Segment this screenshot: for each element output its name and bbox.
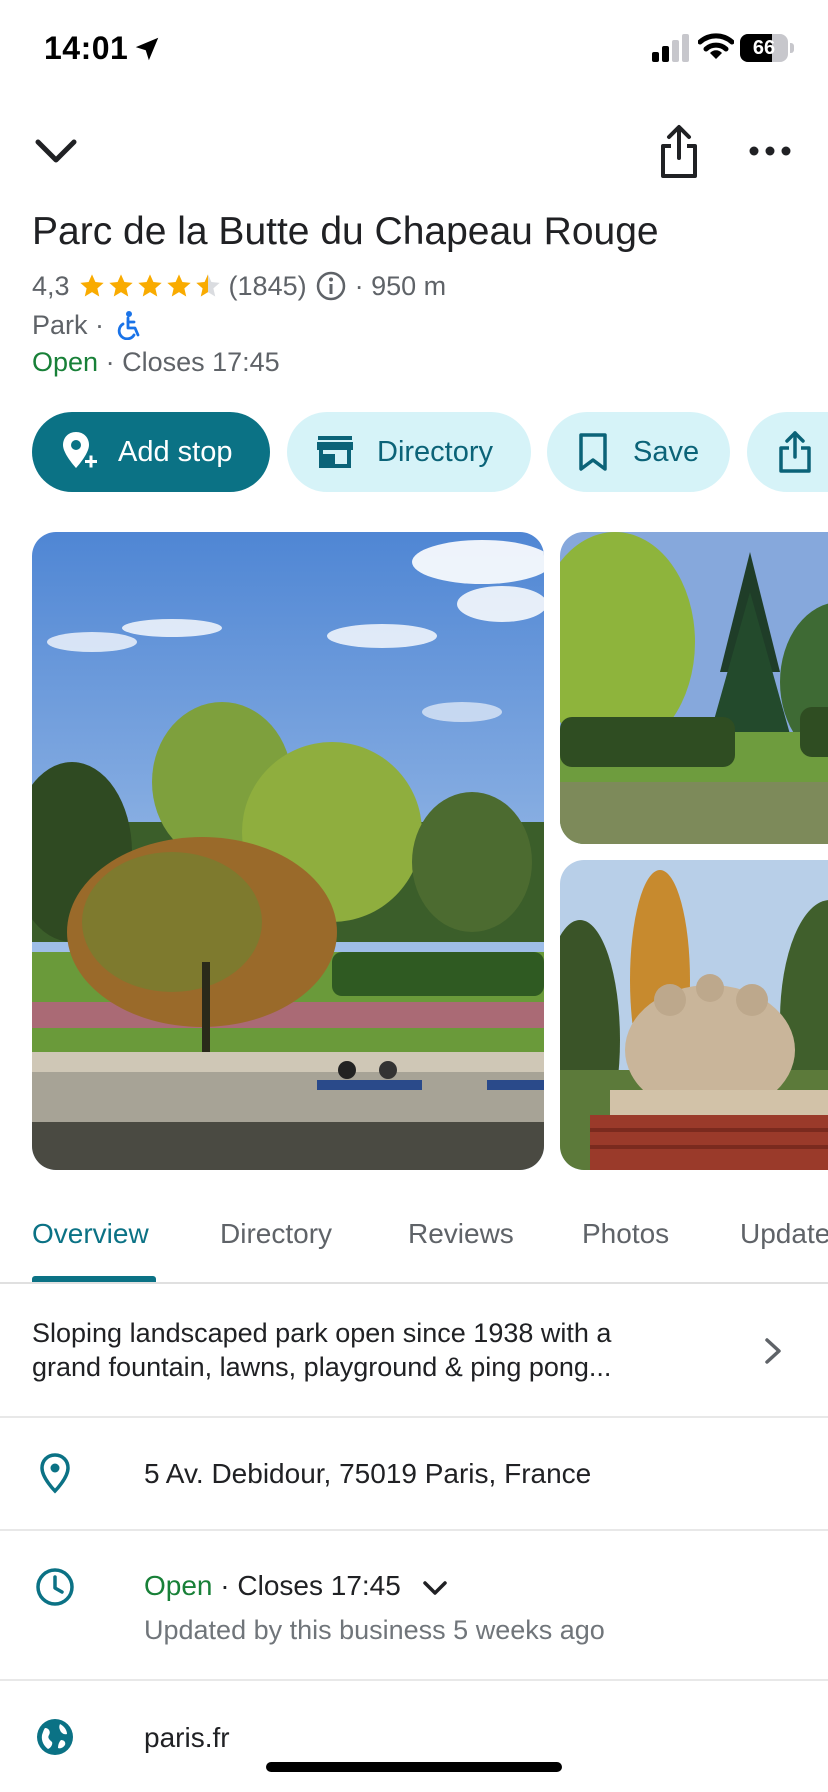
- star-icon: [79, 274, 104, 297]
- description-line-2: grand fountain, lawns, playground & ping…: [32, 1352, 612, 1382]
- divider: [0, 1529, 828, 1531]
- star-icon: [137, 274, 162, 297]
- tab-overview[interactable]: Overview: [32, 1218, 149, 1250]
- address-text[interactable]: 5 Av. Debidour, 75019 Paris, France: [144, 1458, 591, 1490]
- place-title: Parc de la Butte du Chapeau Rouge: [32, 210, 659, 253]
- star-icon: [108, 274, 133, 297]
- open-status: Open: [32, 347, 99, 377]
- directory-button[interactable]: Directory: [287, 412, 531, 492]
- tab-directory[interactable]: Directory: [220, 1218, 332, 1250]
- divider: [0, 1416, 828, 1418]
- tabs-divider: [0, 1282, 828, 1284]
- trees-photo-image: [560, 532, 828, 844]
- distance: · 950 m: [354, 270, 447, 301]
- wheelchair-icon: [117, 311, 140, 340]
- status-bar: 14:01 66: [0, 0, 828, 100]
- star-rating: [78, 272, 223, 300]
- clock-icon: [36, 1568, 74, 1606]
- side-photo-sculpture[interactable]: [560, 860, 828, 1170]
- place-description[interactable]: Sloping landscaped park open since 1938 …: [32, 1316, 692, 1384]
- half-star-icon: [195, 274, 220, 297]
- battery-level-text: 66: [752, 37, 776, 59]
- save-label: Save: [633, 435, 700, 468]
- hours-closing-time: · Closes 17:45: [220, 1570, 401, 1601]
- category-row: Park ·: [32, 309, 142, 341]
- share-button[interactable]: [747, 412, 828, 492]
- rating-row[interactable]: 4,3 (1845) · 950 m: [32, 270, 446, 302]
- hours-open-status: Open: [144, 1570, 213, 1601]
- add-stop-label: Add stop: [118, 435, 233, 468]
- closing-time: · Closes 17:45: [105, 347, 280, 377]
- status-time: 14:01: [44, 30, 129, 66]
- chevron-right-icon[interactable]: [758, 1334, 788, 1368]
- main-photo[interactable]: [32, 532, 544, 1170]
- add-location-icon: [63, 432, 97, 468]
- tab-reviews[interactable]: Reviews: [408, 1218, 514, 1250]
- divider: [0, 1679, 828, 1681]
- chevron-down-icon[interactable]: [421, 1578, 449, 1598]
- bookmark-icon: [579, 433, 607, 471]
- more-icon[interactable]: [748, 134, 792, 168]
- location-arrow-icon: [135, 37, 159, 61]
- place-pin-icon: [40, 1453, 70, 1494]
- review-count[interactable]: (1845): [229, 271, 307, 302]
- battery-icon: 66: [740, 34, 794, 62]
- category-label: Park ·: [32, 309, 105, 340]
- info-icon[interactable]: [315, 270, 347, 302]
- add-stop-button[interactable]: Add stop: [32, 412, 270, 492]
- home-indicator[interactable]: [266, 1762, 562, 1772]
- save-button[interactable]: Save: [547, 412, 730, 492]
- directory-label: Directory: [377, 435, 494, 468]
- hours-updated-note: Updated by this business 5 weeks ago: [144, 1615, 605, 1645]
- tab-bar: Overview Directory Reviews Photos Update…: [0, 1210, 828, 1282]
- share-icon: [779, 431, 811, 473]
- signal-icon: [652, 34, 689, 62]
- rating-value: 4,3: [32, 270, 70, 301]
- star-icon: [166, 274, 191, 297]
- hours-summary: Open · Closes 17:45: [32, 347, 280, 378]
- tab-photos[interactable]: Photos: [582, 1218, 669, 1250]
- description-line-1: Sloping landscaped park open since 1938 …: [32, 1318, 612, 1348]
- website-link[interactable]: paris.fr: [144, 1722, 230, 1754]
- globe-icon: [37, 1719, 73, 1755]
- store-icon: [317, 436, 353, 468]
- wifi-icon: [698, 33, 734, 59]
- tab-updates[interactable]: Updates: [740, 1218, 828, 1250]
- share-icon[interactable]: [654, 124, 704, 180]
- collapse-chevron-down-icon[interactable]: [30, 128, 82, 174]
- hours-row[interactable]: Open · Closes 17:45: [144, 1570, 449, 1602]
- sculpture-photo-image: [560, 860, 828, 1170]
- side-photo-trees[interactable]: [560, 532, 828, 844]
- park-photo-image: [32, 532, 544, 1170]
